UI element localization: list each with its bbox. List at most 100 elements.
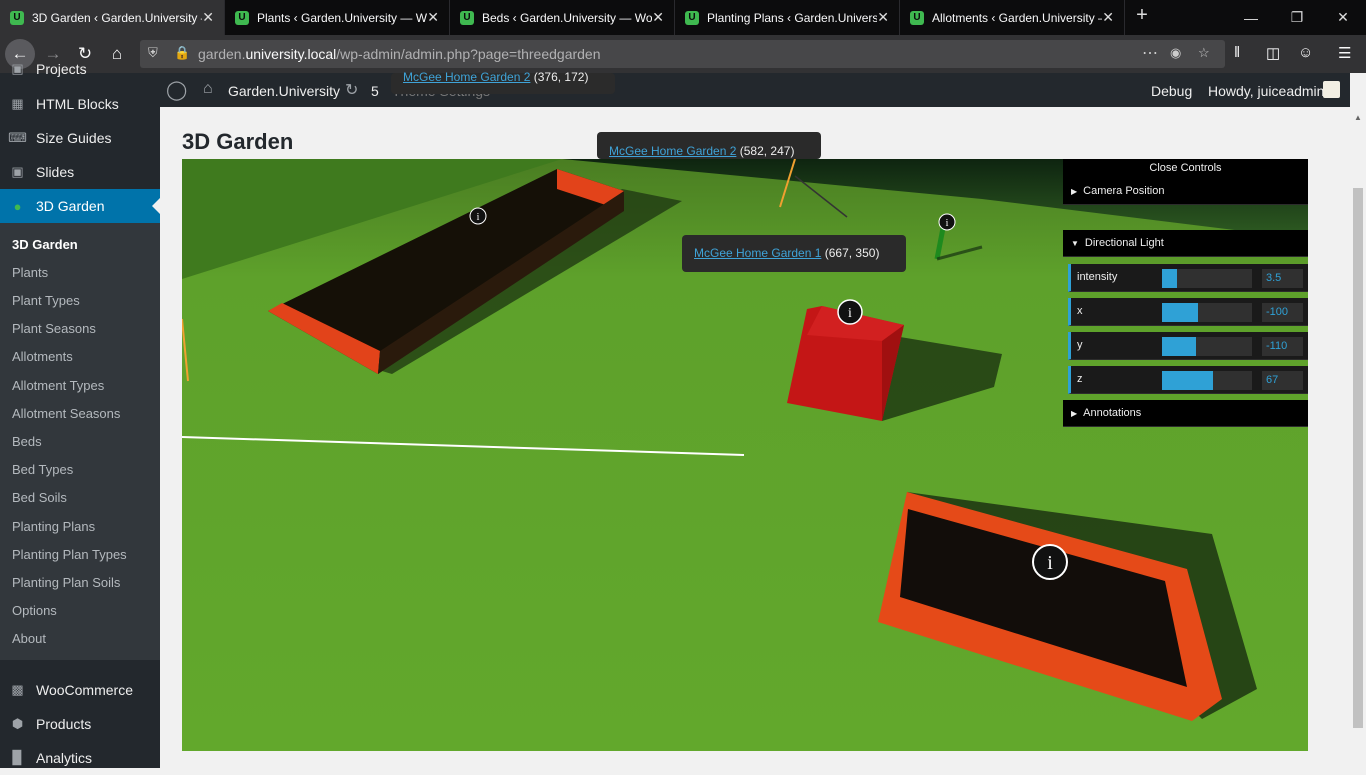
- site-favicon-icon: U: [10, 10, 24, 25]
- site-favicon-icon: U: [910, 10, 924, 25]
- browser-tab[interactable]: U Allotments ‹ Garden.University — WordP…: [900, 0, 1125, 35]
- browser-tab[interactable]: U Planting Plans ‹ Garden.University — W…: [675, 0, 900, 35]
- info-marker[interactable]: i: [938, 213, 956, 231]
- bed-link[interactable]: McGee Home Garden 2: [403, 70, 530, 84]
- url-bar[interactable]: ⛨ 🔒 garden. university.local/wp-admin/adm…: [140, 40, 1225, 68]
- sidebar-item-3d-garden[interactable]: ● 3D Garden: [0, 189, 160, 223]
- bookmark-star-icon[interactable]: ☆: [1198, 45, 1210, 61]
- url-path: /wp-admin/admin.php?page=threedgarden: [336, 46, 601, 62]
- sidebar-item-size-guides[interactable]: ⌨ Size Guides: [0, 121, 160, 155]
- new-tab-button[interactable]: +: [1130, 4, 1154, 27]
- info-marker[interactable]: i: [1032, 544, 1068, 580]
- submenu-item[interactable]: Plants: [12, 263, 48, 283]
- url-prefix: garden.: [198, 46, 246, 62]
- directional-light-folder[interactable]: ▼ Directional Light: [1063, 230, 1308, 257]
- window-close-icon[interactable]: ✕: [1320, 0, 1366, 35]
- x-input[interactable]: -100: [1262, 303, 1303, 322]
- info-marker[interactable]: i: [469, 207, 487, 225]
- account-icon[interactable]: ☺: [1298, 44, 1313, 61]
- scrollbar-thumb[interactable]: [1353, 188, 1363, 728]
- ruler-icon: ⌨: [8, 130, 27, 145]
- submenu-item[interactable]: Allotments: [12, 347, 73, 367]
- avatar[interactable]: [1323, 81, 1340, 98]
- sidebar-item-products[interactable]: ⬢ Products: [0, 707, 160, 741]
- sidebar-item-slides[interactable]: ▣ Slides: [0, 155, 160, 189]
- sidebar-toggle-icon[interactable]: ◫: [1266, 44, 1280, 62]
- submenu-item[interactable]: Allotment Types: [12, 376, 104, 396]
- bed-link[interactable]: McGee Home Garden 2: [609, 144, 736, 158]
- submenu-item[interactable]: Options: [12, 601, 57, 621]
- browser-tab[interactable]: U Plants ‹ Garden.University — WordPress…: [225, 0, 450, 35]
- updates-icon[interactable]: ↻: [345, 80, 358, 100]
- close-controls-button[interactable]: Close Controls: [1063, 159, 1308, 178]
- close-tab-icon[interactable]: ✕: [427, 9, 439, 26]
- site-favicon-icon: U: [460, 10, 474, 25]
- submenu-item[interactable]: 3D Garden: [12, 235, 78, 255]
- svg-text:i: i: [848, 306, 852, 321]
- y-slider[interactable]: [1162, 337, 1252, 356]
- info-marker[interactable]: i: [837, 299, 863, 325]
- site-name-link[interactable]: Garden.University: [228, 83, 340, 99]
- bed-coords: (667, 350): [824, 246, 880, 260]
- sidebar-item-html-blocks[interactable]: ▦ HTML Blocks: [0, 87, 160, 121]
- howdy-link[interactable]: Howdy, juiceadmin: [1208, 83, 1324, 99]
- close-tab-icon[interactable]: ✕: [1102, 9, 1114, 26]
- y-input[interactable]: -110: [1262, 337, 1303, 356]
- garden-icon: ●: [13, 198, 22, 214]
- close-tab-icon[interactable]: ✕: [202, 9, 214, 26]
- browser-tab[interactable]: U Beds ‹ Garden.University — WordPress ✕: [450, 0, 675, 35]
- page-actions-icon[interactable]: ⋯: [1142, 43, 1158, 63]
- site-favicon-icon: U: [685, 10, 699, 25]
- page-scrollbar[interactable]: ▲: [1350, 73, 1366, 768]
- insecure-lock-icon[interactable]: 🔒: [174, 45, 190, 61]
- submenu-item[interactable]: Planting Plans: [12, 517, 95, 537]
- bed-tooltip: McGee Home Garden 2 (376, 172): [391, 70, 615, 94]
- z-slider[interactable]: [1162, 371, 1252, 390]
- bed-tooltip: McGee Home Garden 2 (582, 247): [597, 132, 821, 159]
- submenu-item[interactable]: Planting Plan Soils: [12, 573, 120, 593]
- submenu-item[interactable]: Plant Types: [12, 291, 80, 311]
- sidebar-item-projects[interactable]: ▣ Projects: [0, 59, 160, 79]
- restore-icon[interactable]: ❐: [1274, 0, 1320, 35]
- updates-count[interactable]: 5: [371, 83, 379, 99]
- annotations-folder[interactable]: ▶ Annotations: [1063, 400, 1308, 427]
- wp-admin-bar: ◯ ⌂ Garden.University ↻ 5 Theme Settings…: [160, 73, 1350, 107]
- submenu-item[interactable]: Plant Seasons: [12, 319, 96, 339]
- controls-panel: Close Controls ▶ Camera Position ▼ Directi…: [1063, 159, 1308, 429]
- camera-position-folder[interactable]: ▶ Camera Position: [1063, 178, 1308, 205]
- submenu-item[interactable]: Allotment Seasons: [12, 404, 120, 424]
- minimize-icon[interactable]: —: [1228, 0, 1274, 35]
- bed-link[interactable]: McGee Home Garden 1: [694, 246, 821, 260]
- projects-icon: ▣: [11, 61, 24, 76]
- sidebar-item-analytics[interactable]: ▉ Analytics: [0, 741, 160, 775]
- caret-right-icon: ▶: [1071, 409, 1078, 418]
- wordpress-logo-icon[interactable]: ◯: [166, 79, 187, 102]
- garden-submenu: 3D Garden Plants Plant Types Plant Seaso…: [0, 223, 160, 660]
- intensity-input[interactable]: 3.5: [1262, 269, 1303, 288]
- products-icon: ⬢: [11, 716, 24, 731]
- scroll-up-icon[interactable]: ▲: [1354, 113, 1362, 122]
- close-tab-icon[interactable]: ✕: [877, 9, 889, 26]
- wp-admin-sidebar: ▣ Projects ▦ HTML Blocks ⌨ Size Guides ▣…: [0, 61, 160, 768]
- x-slider[interactable]: [1162, 303, 1252, 322]
- pocket-icon[interactable]: ◉: [1170, 45, 1181, 61]
- submenu-item[interactable]: Beds: [12, 432, 42, 452]
- menu-icon[interactable]: ☰: [1338, 44, 1351, 62]
- url-domain: university.local: [245, 46, 337, 62]
- library-icon[interactable]: ‖: [1234, 44, 1240, 61]
- intensity-slider[interactable]: [1162, 269, 1252, 288]
- caret-right-icon: ▶: [1071, 187, 1078, 196]
- browser-tab[interactable]: U 3D Garden ‹ Garden.University — WordPr…: [0, 0, 225, 35]
- woo-icon: ▩: [11, 682, 24, 697]
- submenu-item[interactable]: Bed Soils: [12, 488, 67, 508]
- submenu-item[interactable]: About: [12, 629, 46, 649]
- gui-row-intensity: intensity 3.5: [1068, 264, 1308, 292]
- browser-tab-strip: U 3D Garden ‹ Garden.University — WordPr…: [0, 0, 1366, 35]
- close-tab-icon[interactable]: ✕: [652, 9, 664, 26]
- submenu-item[interactable]: Planting Plan Types: [12, 545, 127, 565]
- sidebar-item-woocommerce[interactable]: ▩ WooCommerce: [0, 673, 160, 707]
- z-input[interactable]: 67: [1262, 371, 1303, 390]
- submenu-item[interactable]: Bed Types: [12, 460, 73, 480]
- blocks-icon: ▦: [11, 96, 24, 111]
- debug-link[interactable]: Debug: [1151, 83, 1192, 99]
